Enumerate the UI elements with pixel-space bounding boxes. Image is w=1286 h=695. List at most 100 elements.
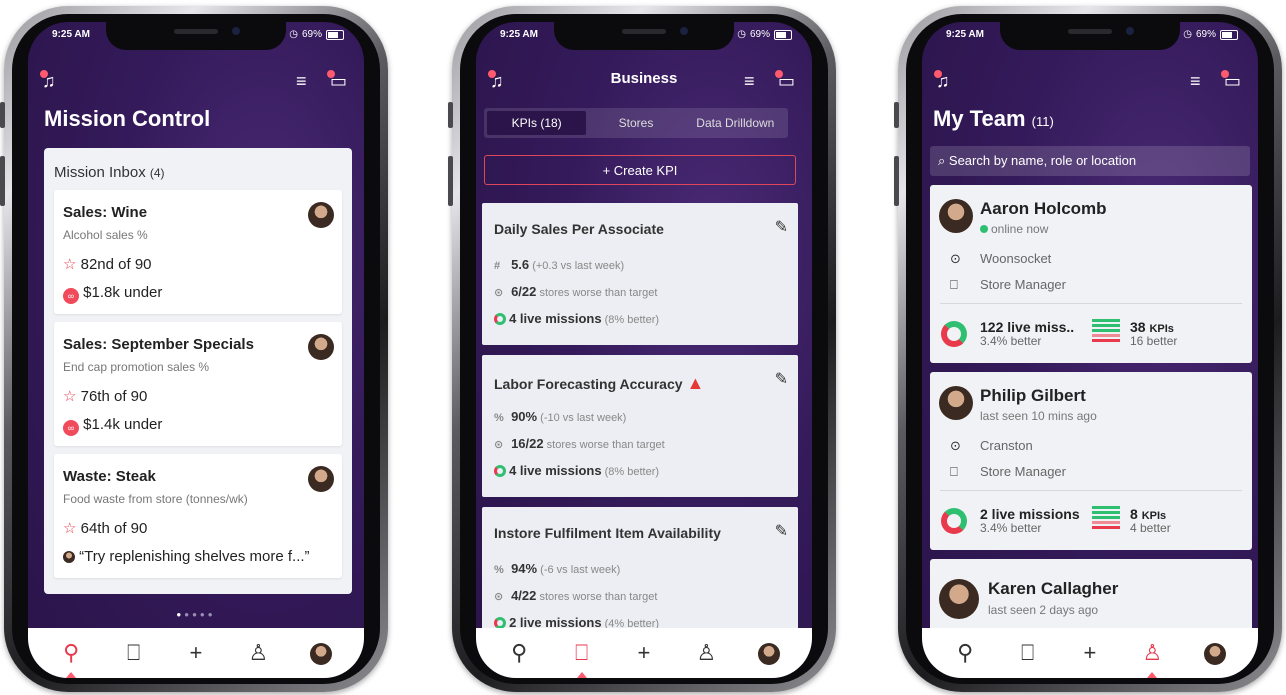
- mission-subtitle: Food waste from store (tonnes/wk): [63, 492, 248, 506]
- mission-card[interactable]: Sales: September Specials End cap promot…: [54, 322, 342, 446]
- online-dot: [980, 225, 988, 233]
- missions-text: 122 live miss..: [980, 319, 1075, 335]
- pencil-icon[interactable]: ✎: [775, 217, 788, 237]
- tab-stores[interactable]: Stores: [586, 111, 685, 135]
- member-name: Karen Callagher: [988, 579, 1119, 598]
- kpis-stat: 38 KPIs 16 better: [1130, 319, 1177, 348]
- person-icon[interactable]: ♙: [241, 640, 275, 666]
- location-icon: ⊙: [950, 251, 961, 266]
- team-member-card[interactable]: Karen Callagher last seen 2 days ago: [930, 559, 1252, 639]
- pager-dots[interactable]: ●●●●●: [28, 610, 364, 619]
- donut-icon: [941, 508, 967, 534]
- kpi-title: Instore Fulfilment Item Availability: [494, 525, 721, 541]
- kpi-missions-row: 4 live missions (8% better): [494, 463, 659, 478]
- phone-frame-my-team: 9:25 AM ◷ 69% ♫ ≡ ▭ My Team (11) ⌕ Search…: [894, 6, 1282, 692]
- create-kpi-button[interactable]: + Create KPI: [484, 155, 796, 185]
- battery-icon: [326, 29, 344, 40]
- team-member-card[interactable]: Aaron Holcomb online now ⊙ Woonsocket ⎕ St…: [930, 185, 1252, 363]
- rocket-icon[interactable]: ⚲: [54, 640, 88, 678]
- kpi-card[interactable]: Daily Sales Per Associate ✎ # 5.6 (+0.3 …: [482, 203, 798, 345]
- page-title-text: My Team: [933, 106, 1026, 131]
- avatar: [63, 551, 75, 564]
- hash-icon: #: [494, 260, 501, 272]
- briefcase-icon[interactable]: ⎕: [117, 640, 151, 666]
- alarm-icon: ◷: [289, 29, 298, 40]
- volume-up-button: [448, 156, 453, 206]
- screen: 9:25 AM ◷ 69% ♫ ≡ ▭ Business KPIs (18) St…: [476, 22, 812, 678]
- status-time: 9:25 AM: [52, 29, 90, 40]
- kpi-stores-note: stores worse than target: [539, 591, 658, 603]
- rocket-icon[interactable]: ⚲: [502, 640, 536, 666]
- mission-card[interactable]: Sales: Wine Alcohol sales % ☆ 82nd of 90…: [54, 190, 342, 314]
- kpi-value-row: % 94% (-6 vs last week): [494, 561, 620, 576]
- team-member-card[interactable]: Philip Gilbert last seen 10 mins ago ⊙ Cr…: [930, 372, 1252, 550]
- tab-data-drilldown[interactable]: Data Drilldown: [686, 111, 785, 135]
- kpi-value-note: (-10 vs last week): [540, 412, 627, 424]
- profile-tab[interactable]: [304, 640, 338, 666]
- kpi-card[interactable]: Labor Forecasting Accuracy ▲ ✎ % 90% (-10…: [482, 355, 798, 497]
- bell-icon[interactable]: ♫: [934, 70, 950, 90]
- bell-icon[interactable]: ♫: [40, 70, 56, 90]
- mission-subtitle: End cap promotion sales %: [63, 360, 210, 374]
- chat-icon[interactable]: ▭: [326, 70, 347, 90]
- phone-frame-mission-control: 9:25 AM ◷ 69% ♫ ≡ ▭ Mission Control Missi…: [0, 6, 388, 692]
- top-bar: ♫ ≡ ▭: [922, 66, 1258, 96]
- kpi-title: Labor Forecasting Accuracy ▲: [494, 373, 704, 394]
- mission-title: Sales: September Specials: [63, 336, 254, 353]
- chat-icon[interactable]: ▭: [1220, 70, 1241, 90]
- member-status: last seen 2 days ago: [988, 603, 1099, 617]
- missions-note: 3.4% better: [980, 521, 1042, 535]
- kpi-title-text: Labor Forecasting Accuracy: [494, 376, 683, 392]
- member-status: last seen 10 mins ago: [980, 409, 1097, 423]
- plus-icon[interactable]: +: [627, 640, 661, 666]
- kpi-bars-icon: [1092, 506, 1120, 532]
- rocket-icon[interactable]: ⚲: [948, 640, 982, 666]
- briefcase-icon[interactable]: ⎕: [565, 640, 599, 678]
- plus-icon[interactable]: +: [179, 640, 213, 666]
- pencil-icon[interactable]: ✎: [775, 521, 788, 541]
- phone-frame-business: 9:25 AM ◷ 69% ♫ ≡ ▭ Business KPIs (18) St…: [448, 6, 836, 692]
- mute-switch: [894, 102, 899, 128]
- kpi-stores-row: ⊙ 16/22 stores worse than target: [494, 436, 665, 451]
- tab-bar: ⚲ ⎕ + ♙: [28, 628, 364, 678]
- profile-tab[interactable]: [1198, 640, 1232, 666]
- filter-icon[interactable]: ≡: [1190, 72, 1201, 90]
- kpi-value-note: (-6 vs last week): [540, 564, 621, 576]
- profile-tab[interactable]: [752, 640, 786, 666]
- infinity-icon: ∞: [63, 288, 79, 304]
- person-icon[interactable]: ♙: [1135, 640, 1169, 678]
- mission-title: Sales: Wine: [63, 204, 148, 221]
- percent-icon: %: [494, 412, 504, 424]
- inbox-title: Mission Inbox: [54, 164, 146, 181]
- location-icon: ⊙: [494, 591, 504, 603]
- member-location: ⊙ Woonsocket: [950, 251, 1051, 267]
- kpi-stores-note: stores worse than target: [546, 439, 665, 451]
- kpi-missions: 4 live missions: [509, 463, 602, 478]
- avatar[interactable]: [308, 466, 334, 492]
- kpi-missions: 4 live missions: [509, 311, 602, 326]
- search-input[interactable]: ⌕ Search by name, role or location: [930, 146, 1250, 176]
- tab-kpis[interactable]: KPIs (18): [487, 111, 587, 135]
- filter-icon[interactable]: ≡: [296, 72, 307, 90]
- mission-detail: ∞ $1.4k under: [63, 416, 162, 436]
- missions-stat: 2 live missions 3.4% better: [980, 506, 1080, 535]
- plus-icon[interactable]: +: [1073, 640, 1107, 666]
- kpi-missions-row: 4 live missions (8% better): [494, 311, 659, 326]
- pencil-icon[interactable]: ✎: [775, 369, 788, 389]
- tab-bar: ⚲ ⎕ + ♙: [922, 628, 1258, 678]
- kpi-stores: 16/22: [511, 436, 544, 451]
- donut-icon: [494, 465, 506, 477]
- status-bar: 9:25 AM ◷ 69%: [922, 29, 1258, 45]
- page-title: Mission Control: [44, 106, 211, 131]
- battery-percent: 69%: [301, 29, 322, 40]
- mission-card[interactable]: Waste: Steak Food waste from store (tonn…: [54, 454, 342, 578]
- avatar[interactable]: [308, 334, 334, 360]
- kpi-title: Daily Sales Per Associate: [494, 221, 664, 237]
- avatar: [939, 386, 973, 420]
- inbox-header: Mission Inbox (4): [54, 164, 165, 181]
- kpi-value-note: (+0.3 vs last week): [532, 260, 625, 272]
- avatar[interactable]: [308, 202, 334, 228]
- status-bar: 9:25 AM ◷ 69%: [28, 29, 364, 45]
- briefcase-icon[interactable]: ⎕: [1011, 640, 1045, 666]
- person-icon[interactable]: ♙: [689, 640, 723, 666]
